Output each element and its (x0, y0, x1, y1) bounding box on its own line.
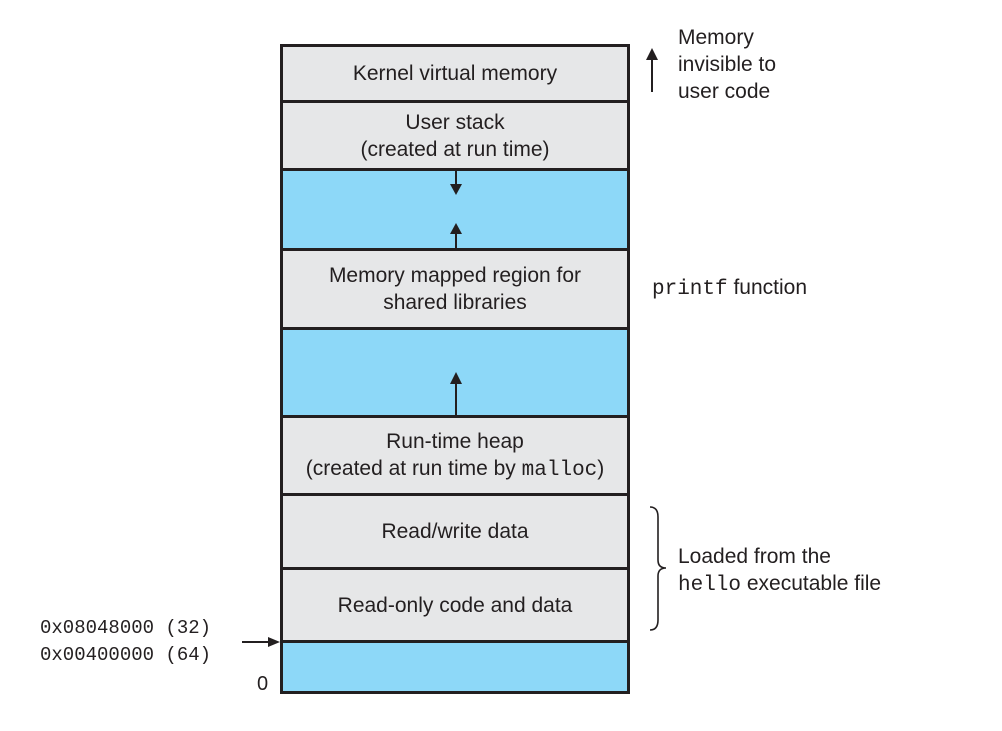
address-zero: 0 (257, 673, 269, 695)
stack-grows-down-arrow-icon (450, 170, 462, 195)
invisible-annotation: Memory invisible to user code (678, 24, 776, 105)
loaded-line-1: Loaded from the (678, 545, 831, 568)
invisible-line-1: Memory (678, 26, 754, 49)
heap-grows-up-arrow-icon (450, 372, 462, 415)
printf-text: function (727, 276, 808, 299)
loaded-line-2-text: executable file (741, 572, 882, 595)
invisible-up-arrow-icon (646, 48, 658, 92)
printf-annotation: printf function (652, 274, 807, 303)
invisible-line-2: invisible to (678, 53, 777, 76)
address-64bit: 0x00400000 (64) (40, 644, 212, 666)
loaded-line-2: hello executable file (678, 570, 881, 599)
loaded-brace-icon (649, 506, 667, 631)
printf-code: printf (652, 278, 728, 301)
mmap-grows-up-arrow-icon (450, 223, 462, 248)
invisible-line-3: user code (678, 80, 771, 103)
hello-code: hello (678, 574, 742, 597)
address-32bit: 0x08048000 (32) (40, 617, 212, 639)
address-pointer-arrow-icon (242, 637, 280, 647)
loaded-annotation: Loaded from the hello executable file (678, 543, 881, 599)
